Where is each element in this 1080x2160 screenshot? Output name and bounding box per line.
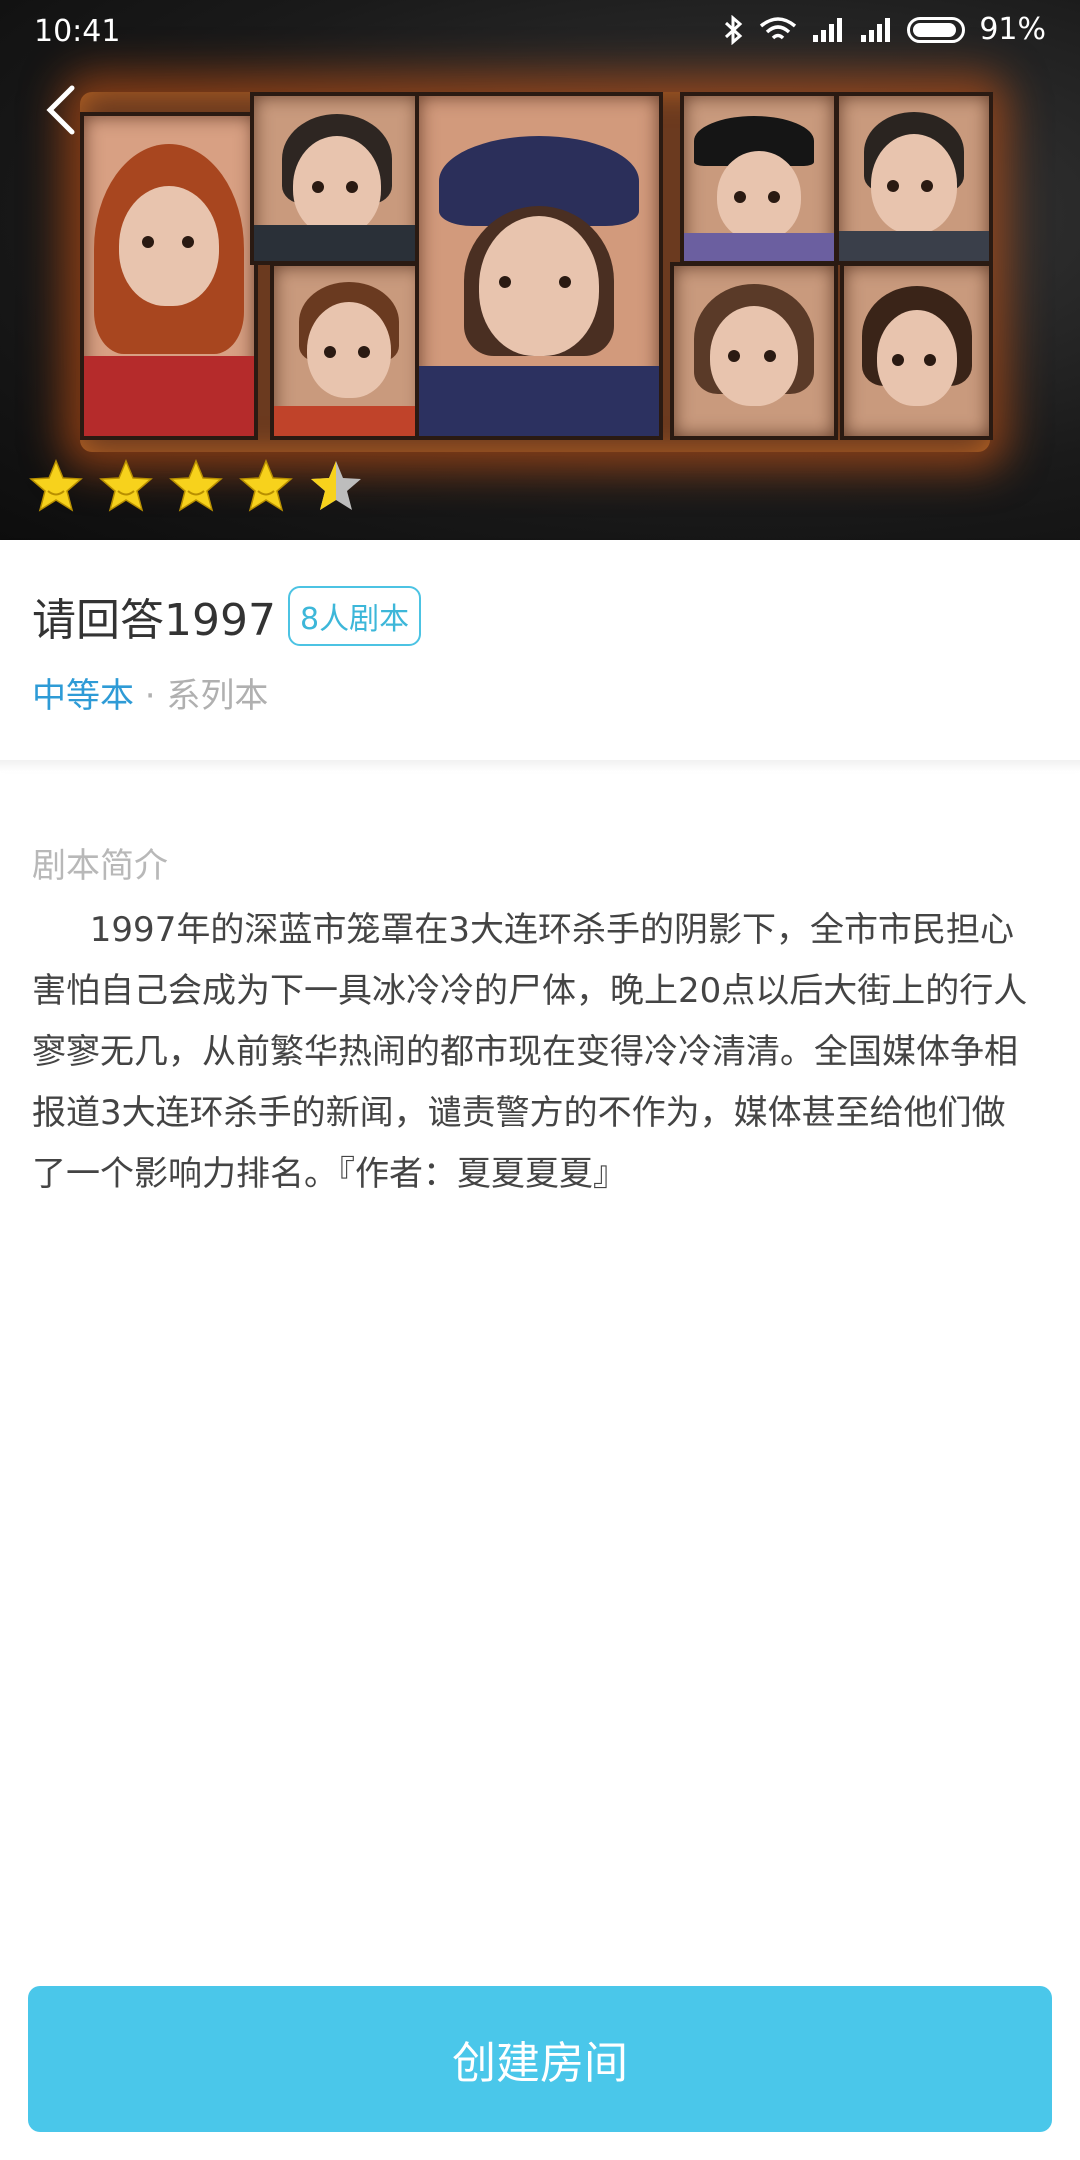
series-type: 系列本 <box>166 676 269 716</box>
create-room-button[interactable]: 创建房间 <box>28 1986 1052 2132</box>
star-icon <box>29 459 83 512</box>
wifi-icon <box>760 16 797 39</box>
player-count-badge: 8人剧本 <box>287 586 422 646</box>
star-half-icon <box>311 461 361 510</box>
back-button[interactable] <box>38 80 88 140</box>
bluetooth-icon <box>725 14 743 45</box>
chevron-left-icon <box>46 85 75 135</box>
intro-heading: 剧本简介 <box>32 846 168 886</box>
star-icon <box>239 459 293 512</box>
section-divider <box>0 760 1080 772</box>
hero-banner: 10:41 91% <box>0 0 1080 540</box>
star-icon <box>169 459 223 512</box>
signal-icon-1 <box>813 17 843 42</box>
rating-stars <box>28 458 364 514</box>
script-meta: 中等本 · 系列本 <box>32 668 268 717</box>
status-time: 10:41 <box>34 14 121 49</box>
star-icon <box>99 459 153 512</box>
battery-level: 91% <box>979 12 1046 47</box>
meta-separator: · <box>134 676 167 716</box>
difficulty-level: 中等本 <box>32 676 134 716</box>
poster-image <box>80 92 993 452</box>
intro-text: 1997年的深蓝市笼罩在3大连环杀手的阴影下，全市市民担心害怕自己会成为下一具冰… <box>32 910 1028 1194</box>
status-bar: 10:41 91% <box>0 0 1080 64</box>
battery-icon <box>907 16 966 43</box>
script-title: 请回答1997 <box>32 595 276 646</box>
signal-icon-2 <box>861 17 891 42</box>
script-info-card: 请回答1997 8人剧本 中等本 · 系列本 <box>0 540 1080 760</box>
